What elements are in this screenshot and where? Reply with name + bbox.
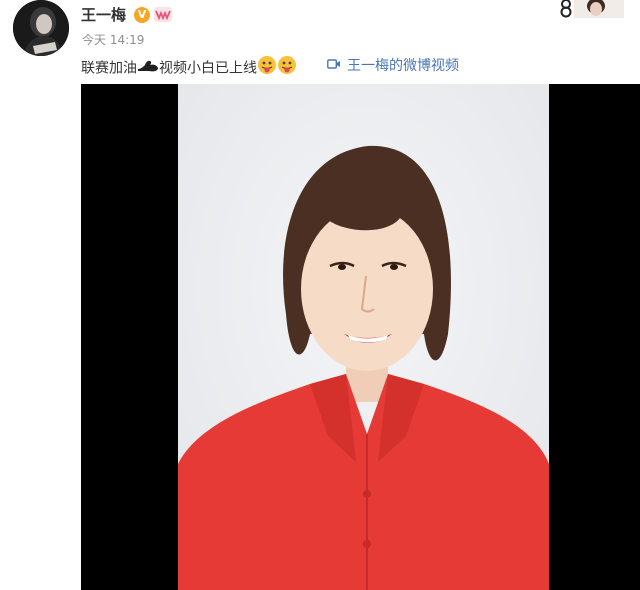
- post-media[interactable]: [81, 84, 640, 590]
- post-timestamp[interactable]: 今天 14:19: [82, 32, 144, 48]
- card-decoration: [556, 0, 640, 20]
- weibo-member-icon: [154, 7, 172, 22]
- video-link[interactable]: 王一梅的微博视频: [327, 55, 459, 77]
- flexed-biceps-icon: [137, 57, 159, 80]
- post-photo[interactable]: [178, 84, 549, 590]
- video-camera-icon: [327, 55, 341, 77]
- avatar[interactable]: [13, 0, 69, 56]
- post-text-part2: 视频小白已上线: [159, 60, 257, 77]
- verified-badge: V: [134, 7, 150, 23]
- tongue-face-icon: [257, 55, 277, 82]
- username[interactable]: 王一梅: [81, 5, 126, 25]
- post-text-part1: 联赛加油: [81, 60, 137, 77]
- avatar-image: [13, 0, 69, 56]
- portrait-photo: [178, 84, 549, 590]
- video-link-label: 王一梅的微博视频: [347, 58, 459, 74]
- post-text: 联赛加油 视频小白已上线: [81, 55, 297, 82]
- tongue-face-icon: [277, 55, 297, 82]
